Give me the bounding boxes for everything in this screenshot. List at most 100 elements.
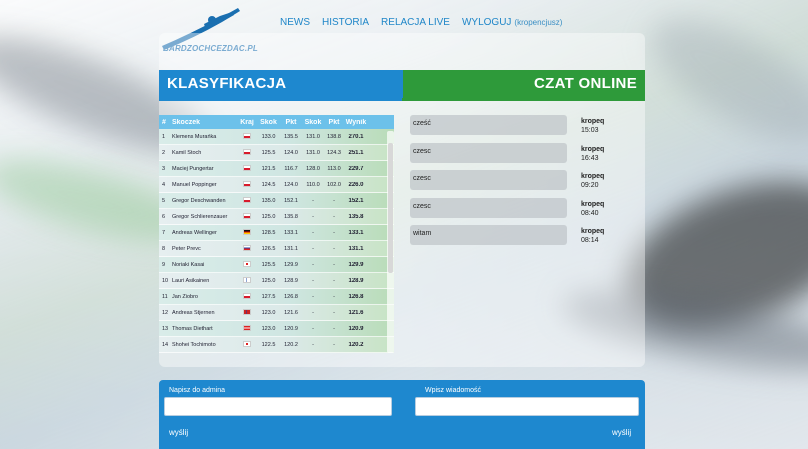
result: 152.1 bbox=[348, 197, 364, 204]
points1: 128.9 bbox=[284, 277, 298, 284]
points2: - bbox=[333, 341, 335, 348]
rank: 10 bbox=[162, 277, 169, 284]
result: 270.1 bbox=[348, 133, 364, 140]
scrollbar-thumb[interactable] bbox=[388, 143, 393, 273]
jump2: - bbox=[312, 293, 314, 300]
jump2: - bbox=[312, 261, 314, 268]
title-underline bbox=[159, 98, 645, 101]
points1: 121.6 bbox=[284, 309, 298, 316]
country-flag bbox=[237, 244, 257, 253]
chat-message-text: cześć bbox=[410, 115, 567, 135]
points2: - bbox=[333, 277, 335, 284]
chat-title: CZAT ONLINE bbox=[403, 70, 645, 98]
logged-user: (kropencjusz) bbox=[514, 18, 563, 27]
points1: 124.0 bbox=[284, 149, 298, 156]
country-flag bbox=[237, 148, 257, 157]
classification-table: # Skoczek Kraj Skok Pkt Skok Pkt Wynik 1… bbox=[159, 115, 394, 353]
country-flag bbox=[237, 340, 257, 349]
jump2: 128.0 bbox=[306, 165, 320, 172]
rank: 2 bbox=[162, 149, 166, 156]
background-streak bbox=[633, 0, 808, 165]
country-flag bbox=[237, 324, 257, 333]
jump1: 121.5 bbox=[261, 165, 276, 172]
flag-icon bbox=[243, 228, 251, 235]
main-nav: NEWS HISTORIA RELACJA LIVE WYLOGUJ (krope… bbox=[280, 17, 562, 28]
country-flag bbox=[237, 196, 257, 205]
table-row: 7 Andreas Wellinger 128.5 133.1 - - 133.1 bbox=[159, 225, 394, 241]
country-flag bbox=[237, 228, 257, 237]
chat-message-time: 15:03 bbox=[581, 127, 599, 134]
points1: 131.1 bbox=[284, 245, 298, 252]
result: 126.8 bbox=[348, 293, 364, 300]
jumper-name: Shohei Tochimoto bbox=[172, 341, 216, 348]
jump1: 128.5 bbox=[261, 229, 276, 236]
country-flag bbox=[237, 260, 257, 269]
country-flag bbox=[237, 292, 257, 301]
chat-message-time: 09:20 bbox=[581, 182, 599, 189]
points2: - bbox=[333, 325, 335, 332]
result: 133.1 bbox=[348, 229, 364, 236]
points1: 135.5 bbox=[284, 133, 298, 140]
nav-wyloguj-label[interactable]: WYLOGUJ bbox=[462, 17, 511, 28]
points2: 124.3 bbox=[327, 149, 341, 156]
points1: 152.1 bbox=[284, 197, 298, 204]
chat-send-button[interactable]: wyślij bbox=[612, 428, 631, 437]
chat-message-time: 16:43 bbox=[581, 154, 599, 162]
jump2: 110.0 bbox=[306, 181, 320, 188]
nav-news[interactable]: NEWS bbox=[280, 17, 310, 28]
points2: - bbox=[333, 245, 335, 252]
points1: 129.9 bbox=[284, 261, 298, 268]
jumper-name: Thomas Diethart bbox=[172, 325, 213, 332]
jumper-name: Noriaki Kasai bbox=[172, 261, 205, 268]
table-scrollbar[interactable] bbox=[387, 131, 394, 353]
jumper-name: Klemens Murańka bbox=[172, 133, 217, 140]
jumper-name: Lauri Asikainen bbox=[172, 277, 210, 284]
table-header: # Skoczek Kraj Skok Pkt Skok Pkt Wynik bbox=[159, 115, 394, 129]
chat-message-input[interactable] bbox=[415, 397, 639, 416]
jump2: - bbox=[312, 341, 314, 348]
jump1: 127.5 bbox=[261, 293, 276, 300]
nav-historia[interactable]: HISTORIA bbox=[322, 17, 369, 28]
flag-icon bbox=[243, 212, 251, 219]
result: 120.2 bbox=[348, 341, 364, 348]
table-row: 4 Manuel Poppinger 124.5 124.0 110.0 102.0 226… bbox=[159, 177, 394, 193]
table-row: 2 Kamil Stoch 125.5 124.0 131.0 124.3 251.1 bbox=[159, 145, 394, 161]
points2: - bbox=[333, 261, 335, 268]
points2: 102.0 bbox=[327, 181, 341, 188]
nav-wyloguj[interactable]: WYLOGUJ (kropencjusz) bbox=[462, 17, 562, 28]
result: 129.9 bbox=[348, 261, 364, 268]
nav-relacja-live[interactable]: RELACJA LIVE bbox=[381, 17, 450, 28]
jump2: - bbox=[312, 325, 314, 332]
jump1: 123.0 bbox=[261, 325, 276, 332]
jumper-name: Peter Prevc bbox=[172, 245, 201, 252]
flag-icon bbox=[243, 308, 251, 315]
result: 131.1 bbox=[348, 245, 364, 252]
jumper-name: Andreas Wellinger bbox=[172, 229, 217, 236]
flag-icon bbox=[243, 260, 251, 267]
points2: 113.0 bbox=[327, 165, 341, 172]
country-flag bbox=[237, 180, 257, 189]
chat-message-user: kropeq bbox=[581, 118, 605, 125]
points2: - bbox=[333, 229, 335, 236]
table-body: 1 Klemens Murańka 133.0 135.5 131.0 138.8 270.… bbox=[159, 129, 394, 353]
rank: 6 bbox=[162, 213, 166, 220]
flag-icon bbox=[243, 164, 251, 171]
points1: 133.1 bbox=[284, 229, 298, 236]
points1: 124.0 bbox=[284, 181, 298, 188]
col-jump1: Skok bbox=[260, 118, 277, 126]
points2: - bbox=[333, 197, 335, 204]
table-row: 10 Lauri Asikainen 125.0 128.9 - - 128.9 bbox=[159, 273, 394, 289]
jumper-name: Gregor Deschwanden bbox=[172, 197, 226, 204]
jump2: - bbox=[312, 229, 314, 236]
flag-icon bbox=[243, 292, 251, 299]
flag-icon bbox=[243, 180, 251, 187]
admin-message-input[interactable] bbox=[164, 397, 392, 416]
result: 121.6 bbox=[348, 309, 364, 316]
table-row: 8 Peter Prevc 126.5 131.1 - - 131.1 bbox=[159, 241, 394, 257]
admin-send-button[interactable]: wyślij bbox=[169, 428, 188, 437]
jump1: 123.0 bbox=[261, 309, 276, 316]
chat-message-time: 08:14 bbox=[581, 237, 599, 244]
rank: 7 bbox=[162, 229, 166, 236]
points2: - bbox=[333, 309, 335, 316]
result: 120.9 bbox=[348, 325, 364, 332]
